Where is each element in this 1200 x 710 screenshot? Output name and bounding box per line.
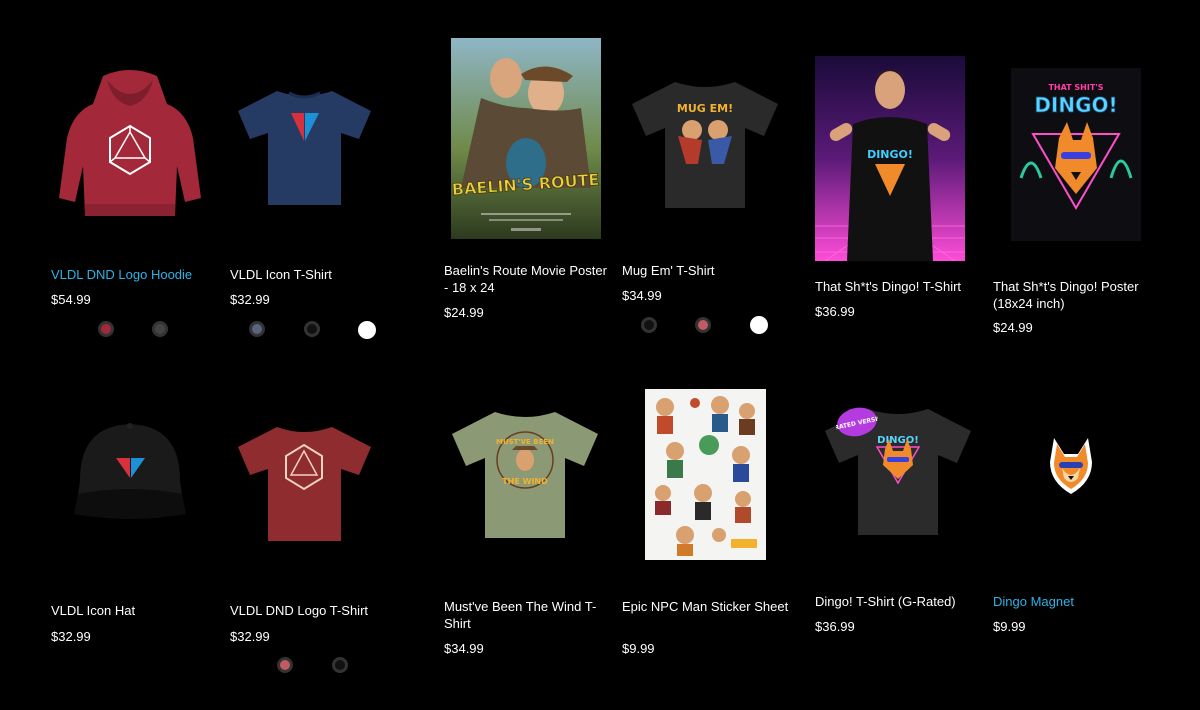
- product-title[interactable]: VLDL Icon T-Shirt: [230, 267, 400, 284]
- product-price: $32.99: [51, 629, 91, 644]
- color-swatch-black[interactable]: [304, 321, 320, 337]
- product-image-dnd-tshirt[interactable]: [237, 423, 372, 543]
- color-swatch-gray[interactable]: [152, 321, 168, 337]
- color-swatch-navy[interactable]: [249, 321, 265, 337]
- product-title[interactable]: VLDL DND Logo T-Shirt: [230, 603, 400, 620]
- product-image-dingo-magnet[interactable]: [1048, 434, 1094, 496]
- product-price: $36.99: [815, 304, 855, 319]
- color-swatch-heather-red[interactable]: [277, 657, 293, 673]
- product-title[interactable]: Must've Been The Wind T-Shirt: [444, 599, 614, 632]
- color-swatch-white[interactable]: [750, 316, 768, 334]
- color-swatch-heather-red[interactable]: [695, 317, 711, 333]
- product-price: $24.99: [993, 320, 1033, 335]
- product-title[interactable]: That Sh*t's Dingo! Poster (18x24 inch): [993, 279, 1163, 312]
- product-price: $34.99: [622, 288, 662, 303]
- mug-em-art-text: MUG EM!: [677, 102, 733, 115]
- product-image-sticker-sheet[interactable]: [645, 389, 766, 560]
- g-rated-badge: G-RATED VERSION: [836, 405, 878, 439]
- product-title[interactable]: Mug Em' T-Shirt: [622, 263, 792, 280]
- dingo-art-text: DINGO!: [867, 148, 913, 161]
- product-image-hat[interactable]: [70, 418, 190, 528]
- product-title[interactable]: Epic NPC Man Sticker Sheet: [622, 599, 792, 616]
- product-title[interactable]: Baelin's Route Movie Poster - 18 x 24: [444, 263, 614, 296]
- color-swatch-red[interactable]: [98, 321, 114, 337]
- wind-art-top-text: MUST'VE BEEN: [496, 438, 554, 446]
- product-image-mug-em-tshirt[interactable]: MUG EM!: [630, 78, 780, 210]
- product-price: $36.99: [815, 619, 855, 634]
- product-price: $9.99: [993, 619, 1026, 634]
- product-price: $34.99: [444, 641, 484, 656]
- product-title[interactable]: VLDL DND Logo Hoodie: [51, 267, 221, 284]
- color-swatch-white[interactable]: [358, 321, 376, 339]
- dingo-poster-top-text: THAT SHIT'S: [1048, 83, 1103, 92]
- product-title[interactable]: Dingo Magnet: [993, 594, 1163, 611]
- product-image-dingo-tshirt[interactable]: DINGO!: [815, 56, 965, 261]
- product-image-hoodie[interactable]: [55, 68, 205, 220]
- product-price: $32.99: [230, 629, 270, 644]
- product-price: $32.99: [230, 292, 270, 307]
- wind-art-text: THE WIND: [502, 477, 548, 486]
- product-title[interactable]: Dingo! T-Shirt (G-Rated): [815, 594, 985, 611]
- product-title[interactable]: That Sh*t's Dingo! T-Shirt: [815, 279, 985, 296]
- dingo-grated-art-text: DINGO!: [877, 435, 919, 446]
- product-image-movie-poster[interactable]: BAELIN'S ROUTE: [451, 38, 601, 239]
- dingo-poster-art-text: DINGO!: [1034, 93, 1117, 117]
- product-image-wind-tshirt[interactable]: MUST'VE BEEN THE WIND: [450, 408, 600, 540]
- product-image-icon-tshirt[interactable]: [237, 87, 372, 207]
- product-price: $54.99: [51, 292, 91, 307]
- color-swatch-black[interactable]: [641, 317, 657, 333]
- product-title[interactable]: VLDL Icon Hat: [51, 603, 221, 620]
- product-price: $9.99: [622, 641, 655, 656]
- color-swatch-black[interactable]: [332, 657, 348, 673]
- product-image-dingo-poster[interactable]: THAT SHIT'S DINGO!: [1011, 68, 1141, 241]
- product-price: $24.99: [444, 305, 484, 320]
